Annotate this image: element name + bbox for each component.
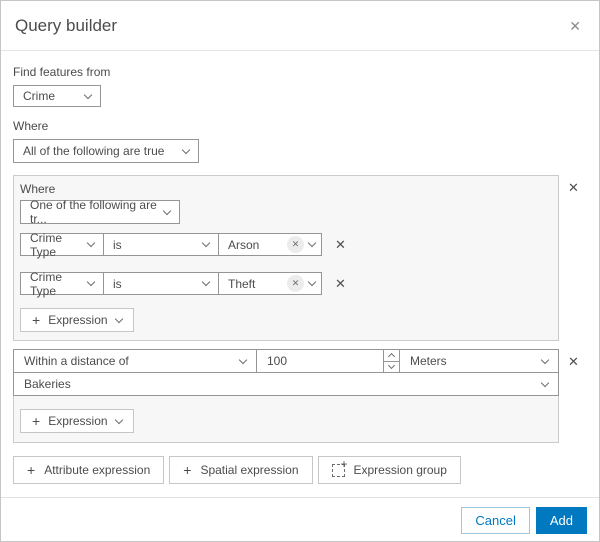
- expression-row: Crime Type is Arson ✕ ✕: [20, 230, 552, 259]
- value-combobox-value: Arson: [228, 237, 260, 252]
- chevron-down-icon: [201, 238, 211, 248]
- spatial-layer-row: Bakeries: [13, 372, 559, 396]
- attribute-group-row: Where One of the following are tr... Cri…: [13, 175, 587, 341]
- field-select-value: Crime Type: [30, 269, 62, 298]
- find-features-label: Find features from: [13, 65, 111, 79]
- plus-icon: +: [27, 462, 36, 478]
- dialog-header: Query builder ✕: [1, 1, 599, 51]
- stepper-down-icon[interactable]: [384, 362, 399, 373]
- chevron-down-icon: [238, 355, 248, 364]
- chevron-down-icon: [181, 145, 191, 154]
- plus-icon: +: [32, 413, 41, 429]
- spatial-mode-select[interactable]: Within a distance of: [13, 349, 257, 373]
- units-select[interactable]: Meters: [399, 349, 559, 373]
- stepper-up-icon[interactable]: [384, 350, 399, 362]
- field-select[interactable]: Crime Type: [20, 230, 104, 259]
- add-expression-group-label: Expression group: [353, 463, 447, 477]
- add-button[interactable]: Add: [535, 507, 587, 534]
- field-select-value: Crime Type: [30, 230, 62, 259]
- chevron-down-icon: [540, 378, 550, 387]
- expression-row: Crime Type is Theft ✕ ✕: [20, 269, 552, 298]
- operator-select[interactable]: is: [103, 272, 219, 295]
- spatial-group-row: Within a distance of 100 Meters Bakeries…: [13, 349, 587, 443]
- spatial-layer-select[interactable]: Bakeries: [13, 372, 559, 396]
- field-select[interactable]: Crime Type: [20, 269, 104, 298]
- chevron-down-icon: [86, 277, 96, 287]
- add-expression-group-button[interactable]: + Expression group: [317, 456, 461, 484]
- dialog-footer: Cancel Add: [1, 497, 599, 541]
- add-attribute-expression-button[interactable]: + Attribute expression: [13, 456, 165, 484]
- remove-group-icon[interactable]: ✕: [568, 181, 579, 194]
- value-combobox[interactable]: Theft ✕: [218, 272, 322, 295]
- add-expression-label: Expression: [48, 414, 108, 428]
- add-attribute-expression-label: Attribute expression: [44, 463, 151, 477]
- plus-icon: +: [183, 462, 192, 478]
- combine-select-value: All of the following are true: [23, 144, 165, 158]
- clear-value-icon[interactable]: ✕: [287, 275, 304, 292]
- value-combobox-value: Theft: [228, 276, 256, 291]
- chevron-down-icon: [114, 314, 123, 323]
- distance-value: 100: [267, 354, 288, 368]
- add-spatial-expression-button[interactable]: + Spatial expression: [169, 456, 313, 484]
- dialog-body: Find features from Crime Where All of th…: [1, 51, 599, 484]
- group-combine-select[interactable]: One of the following are tr...: [20, 198, 180, 226]
- operator-select[interactable]: is: [103, 233, 219, 256]
- spatial-criteria-row: Within a distance of 100 Meters: [13, 349, 559, 373]
- remove-group-icon[interactable]: ✕: [568, 355, 579, 368]
- group-where-label: Where: [20, 182, 56, 196]
- chevron-down-icon: [83, 90, 93, 99]
- units-select-value: Meters: [410, 354, 447, 368]
- add-buttons-row: + Attribute expression + Spatial express…: [13, 456, 587, 484]
- query-builder-dialog: Query builder ✕ Find features from Crime…: [0, 0, 600, 542]
- spatial-mode-value: Within a distance of: [24, 354, 129, 368]
- spatial-expression-group: Within a distance of 100 Meters Bakeries…: [13, 349, 559, 443]
- operator-select-value: is: [113, 237, 122, 252]
- layer-select[interactable]: Crime: [13, 85, 101, 107]
- chevron-down-icon: [201, 277, 211, 287]
- chevron-down-icon: [540, 355, 550, 364]
- remove-expression-icon[interactable]: ✕: [335, 277, 346, 290]
- add-expression-button[interactable]: + Expression: [20, 308, 134, 332]
- chevron-down-icon: [114, 415, 123, 424]
- chevron-down-icon: [307, 277, 317, 287]
- group-combine-value: One of the following are tr...: [30, 198, 157, 226]
- add-expression-button[interactable]: + Expression: [20, 409, 134, 433]
- spatial-layer-value: Bakeries: [24, 377, 71, 391]
- distance-input[interactable]: 100: [256, 349, 400, 373]
- where-label: Where: [13, 119, 49, 133]
- close-icon[interactable]: ✕: [567, 17, 583, 35]
- chevron-down-icon: [307, 238, 317, 248]
- plus-icon: +: [32, 312, 41, 328]
- add-spatial-expression-label: Spatial expression: [200, 463, 299, 477]
- dialog-title: Query builder: [15, 15, 118, 35]
- operator-select-value: is: [113, 276, 122, 291]
- layer-select-value: Crime: [23, 89, 55, 103]
- chevron-down-icon: [86, 238, 96, 248]
- cancel-button[interactable]: Cancel: [461, 507, 530, 534]
- expression-group-icon: +: [331, 458, 348, 477]
- attribute-expression-group: Where One of the following are tr... Cri…: [13, 175, 559, 341]
- chevron-down-icon: [162, 206, 172, 215]
- add-expression-label: Expression: [48, 313, 108, 327]
- remove-expression-icon[interactable]: ✕: [335, 238, 346, 251]
- value-combobox[interactable]: Arson ✕: [218, 233, 322, 256]
- number-stepper: [383, 350, 399, 372]
- combine-select[interactable]: All of the following are true: [13, 139, 199, 163]
- clear-value-icon[interactable]: ✕: [287, 236, 304, 253]
